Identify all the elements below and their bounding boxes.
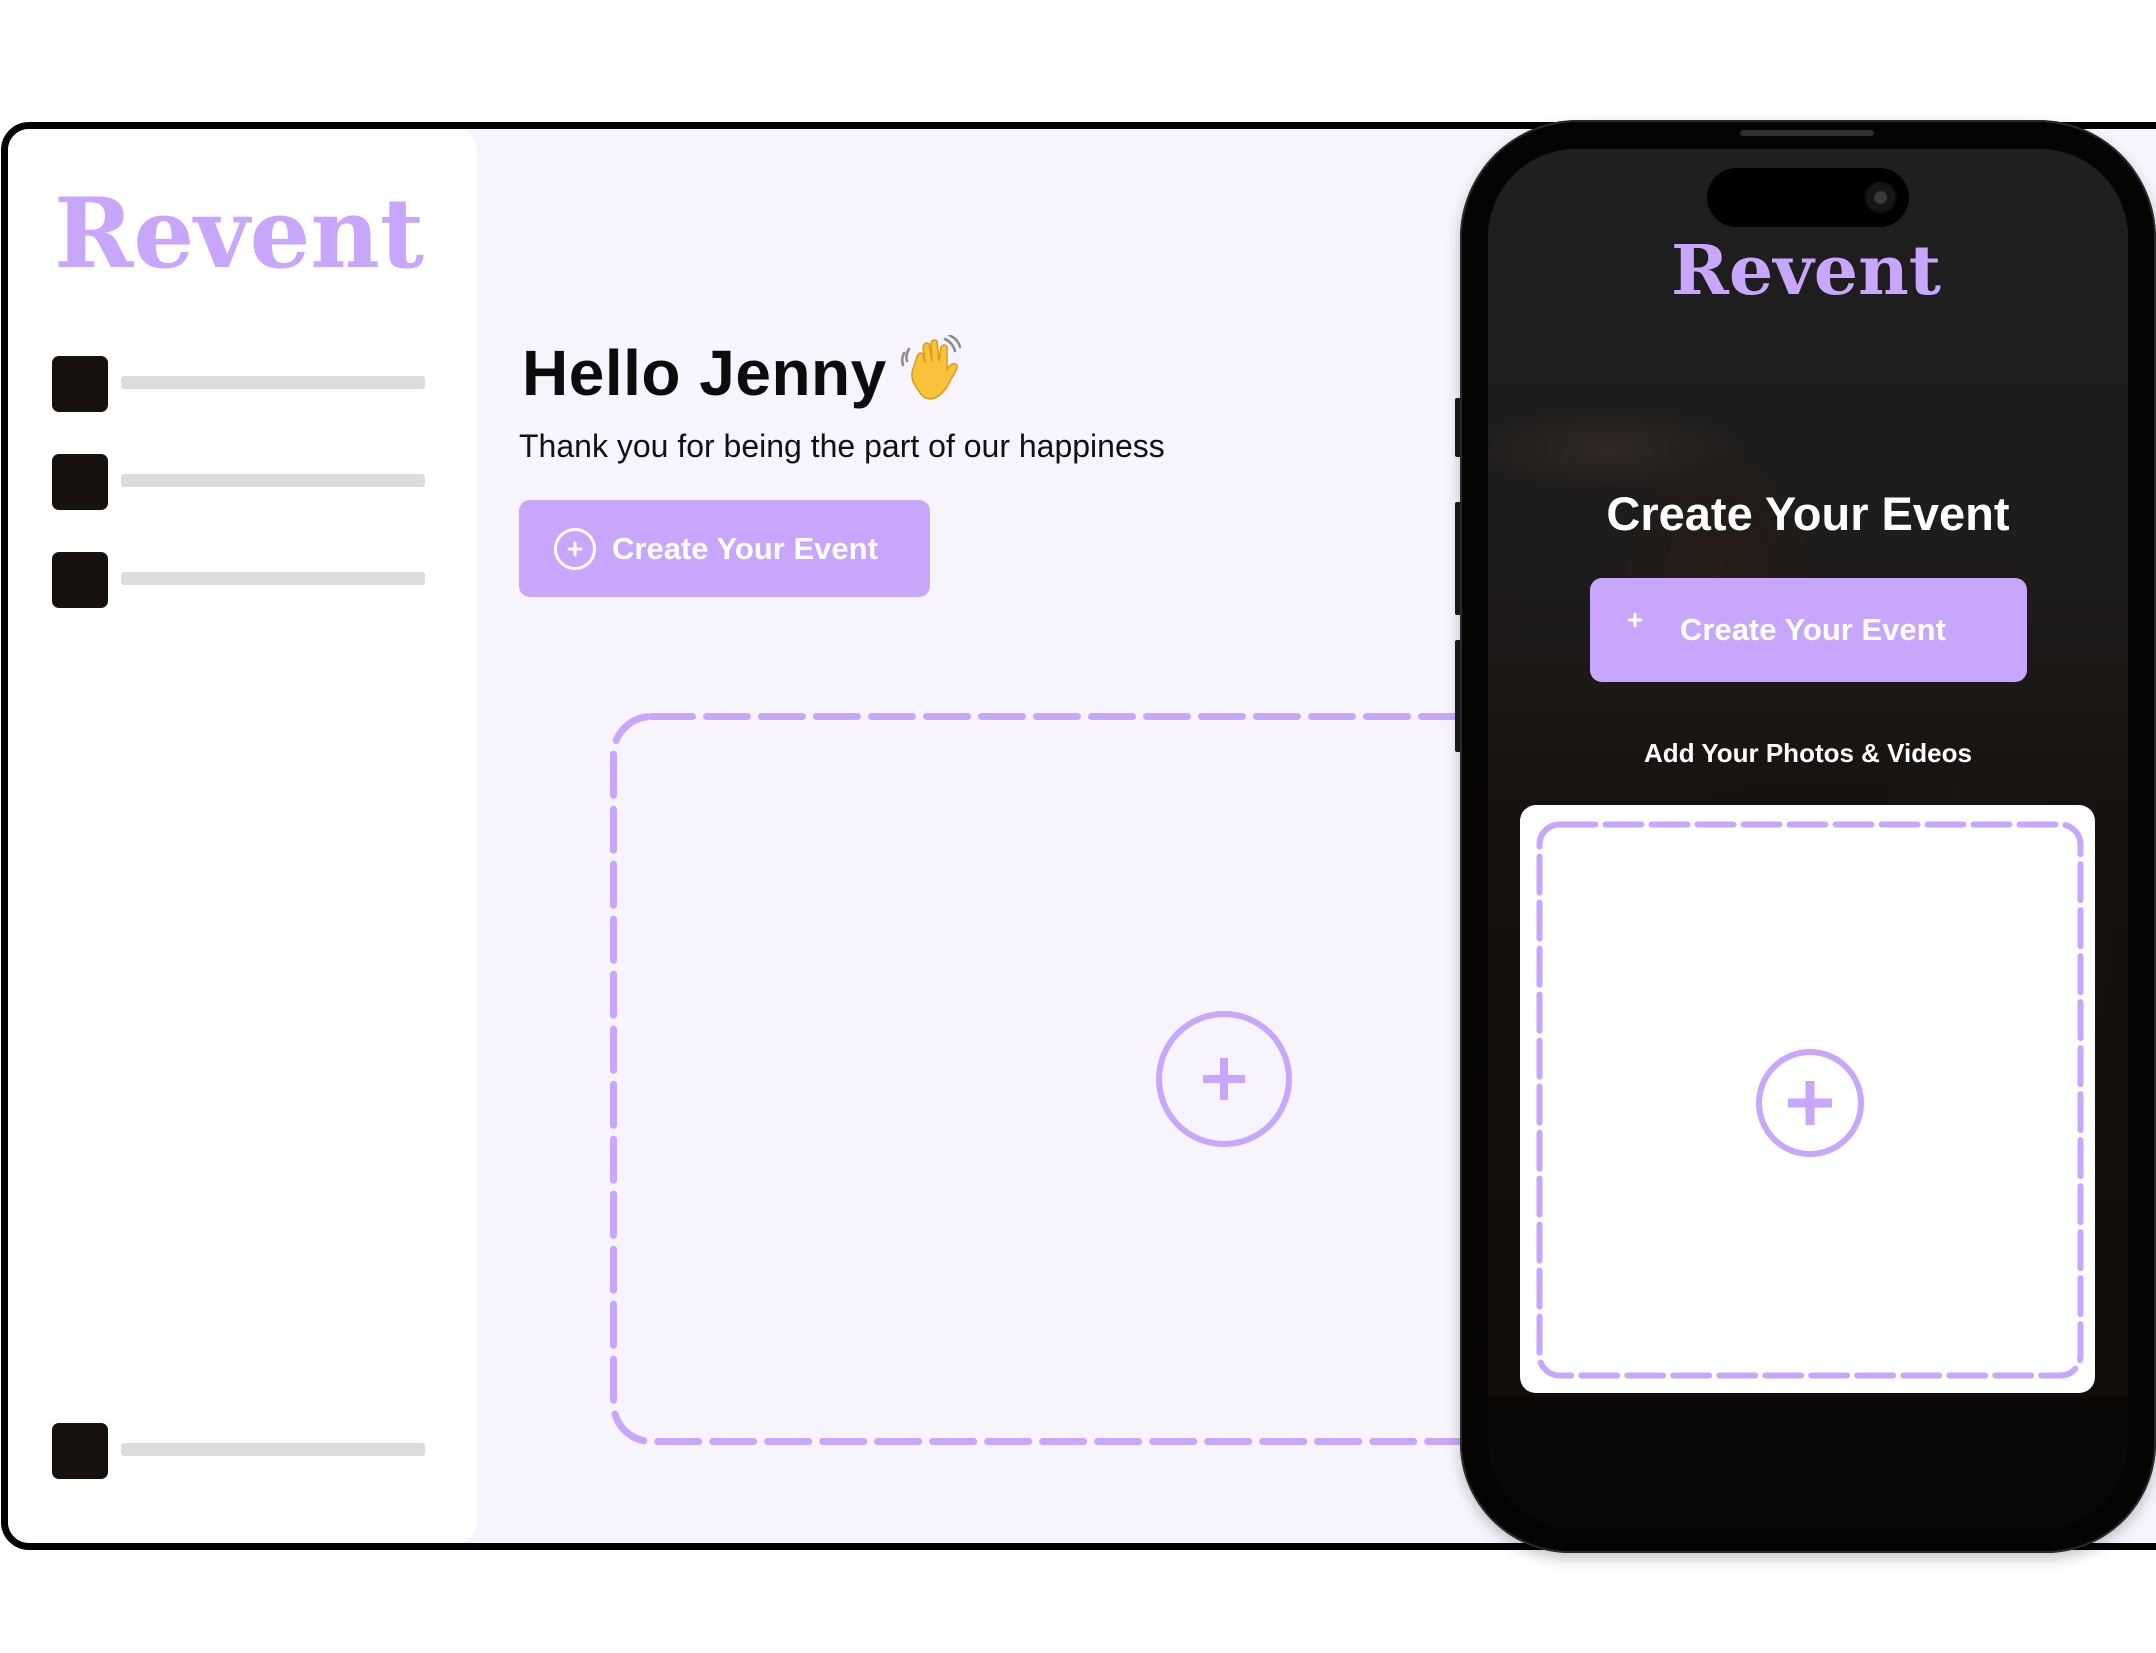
create-event-button[interactable]: Create Your Event — [519, 500, 930, 597]
sidebar-item-2[interactable] — [52, 454, 432, 510]
svg-text:Revent: Revent — [1671, 242, 1942, 299]
sidebar-item-3[interactable] — [52, 552, 432, 608]
phone-create-event-button[interactable]: Create Your Event — [1590, 578, 2027, 682]
sidebar-item-label-placeholder — [121, 474, 425, 487]
phone-upload-dropzone[interactable] — [1520, 805, 2095, 1393]
svg-text:Revent: Revent — [54, 193, 424, 275]
phone-mockup: Revent Create Your Event Create Your Eve… — [1460, 120, 2156, 1553]
phone-add-media-button[interactable] — [1755, 1048, 1865, 1158]
placeholder-square-icon — [52, 356, 108, 412]
greeting-text: Hello Jenny — [522, 337, 887, 409]
sidebar-item-label-placeholder — [121, 1443, 425, 1456]
greeting-subtitle: Thank you for being the part of our happ… — [519, 428, 1165, 464]
plus-circle-icon — [1626, 611, 1664, 649]
sidebar-footer-item[interactable] — [52, 1423, 432, 1479]
placeholder-square-icon — [52, 454, 108, 510]
phone-revent-logo: Revent — [1671, 242, 1943, 299]
phone-speaker — [1740, 130, 1874, 136]
waving-hand-icon — [900, 333, 963, 411]
revent-logo[interactable]: Revent — [54, 193, 428, 275]
sidebar-item-1[interactable] — [52, 356, 432, 412]
sidebar: Revent — [8, 129, 477, 1543]
plus-circle-icon — [1156, 1011, 1292, 1147]
sidebar-item-label-placeholder — [121, 572, 425, 585]
phone-screen-bottom — [1488, 1397, 2128, 1529]
revent-logo-wordmark: Revent — [54, 193, 424, 275]
plus-circle-icon — [554, 527, 596, 570]
create-event-button-label: Create Your Event — [612, 530, 878, 566]
placeholder-square-icon — [52, 552, 108, 608]
add-media-button[interactable] — [1155, 1010, 1293, 1148]
phone-upload-label: Add Your Photos & Videos — [1644, 738, 1972, 768]
revent-logo-wordmark: Revent — [1671, 242, 1942, 299]
plus-circle-icon — [1756, 1049, 1864, 1157]
camera-icon — [1864, 181, 1897, 214]
sidebar-item-label-placeholder — [121, 376, 425, 389]
phone-create-event-button-label: Create Your Event — [1680, 612, 1946, 647]
phone-title: Create Your Event — [1606, 487, 2010, 540]
placeholder-square-icon — [52, 1423, 108, 1479]
greeting-heading: Hello Jenny — [522, 333, 963, 411]
phone-screen: Revent Create Your Event Create Your Eve… — [1488, 149, 2128, 1529]
dynamic-island — [1707, 168, 1909, 227]
